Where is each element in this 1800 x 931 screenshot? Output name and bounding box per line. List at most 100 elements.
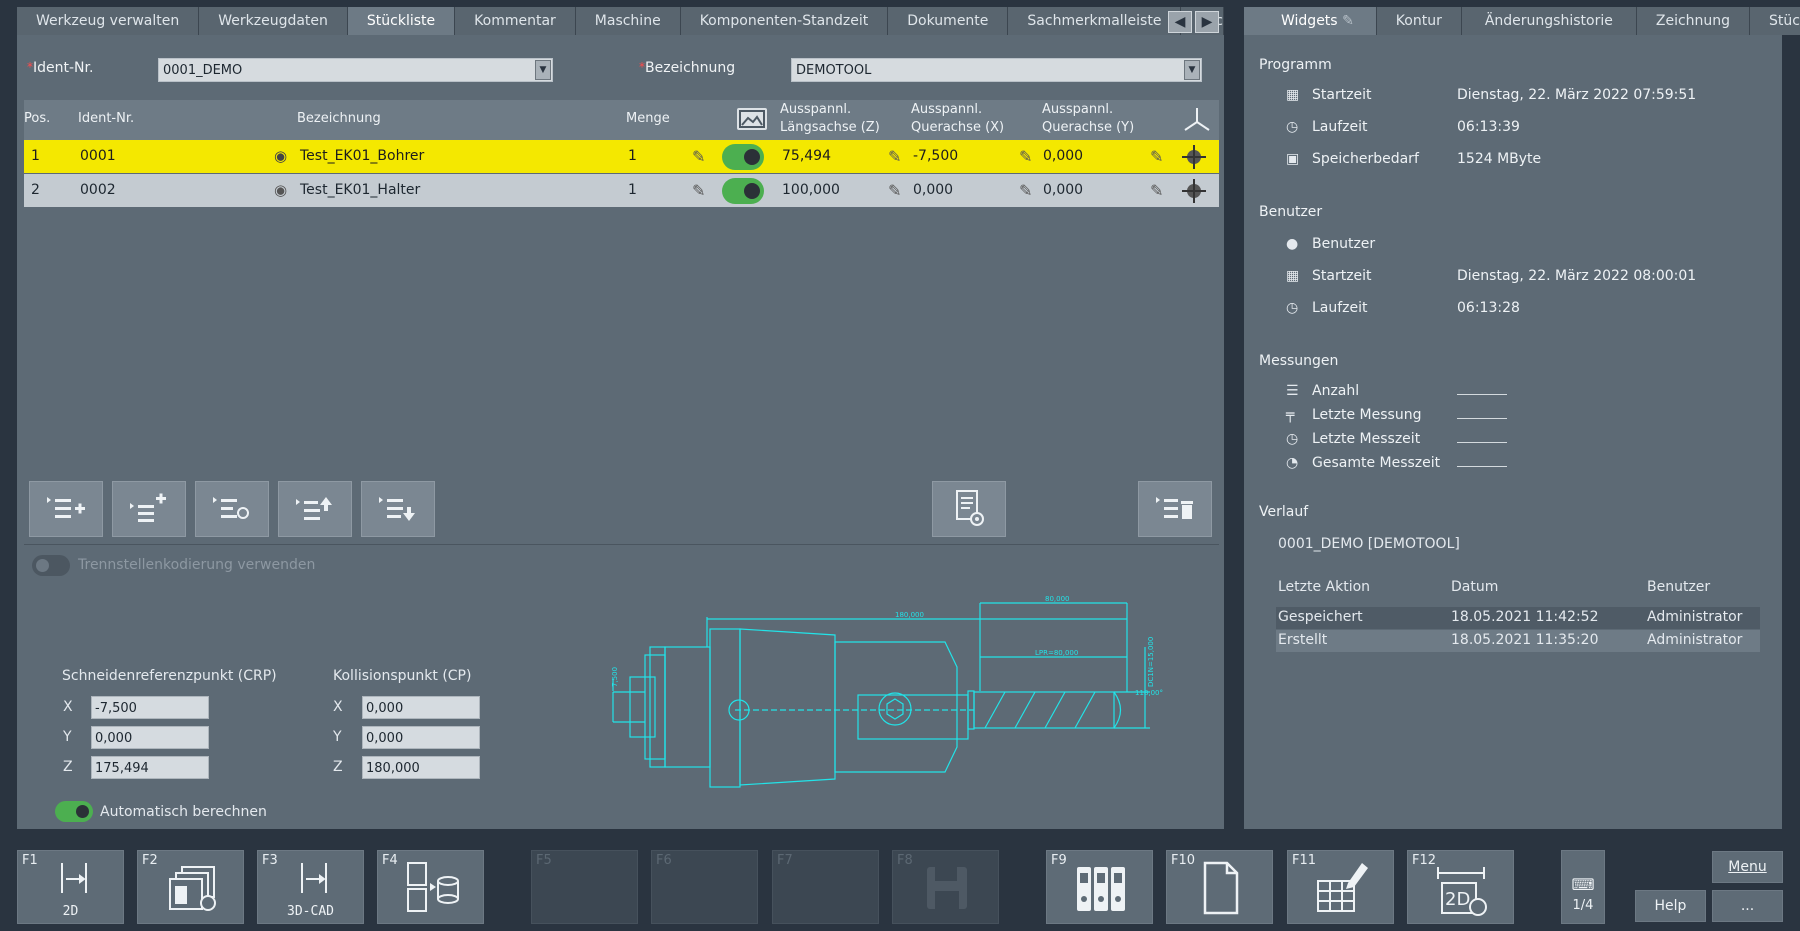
dim-angle: 118,00° bbox=[1135, 689, 1163, 697]
tab-maschine[interactable]: Maschine bbox=[575, 7, 681, 35]
edit-pencil-icon[interactable]: ✎ bbox=[888, 174, 901, 207]
keyboard-icon: ⌨ bbox=[1571, 875, 1595, 894]
tab-kommentar[interactable]: Kommentar bbox=[455, 7, 576, 35]
col-benutzer: Benutzer bbox=[1647, 579, 1711, 595]
image-icon[interactable] bbox=[737, 108, 767, 130]
crp-x-label: X bbox=[63, 699, 73, 715]
cell-ident: 0001 bbox=[80, 148, 116, 164]
crp-z-input[interactable]: 175,494 bbox=[91, 756, 209, 779]
table-row[interactable]: 1 0001 ◉ Test_EK01_Bohrer 1 ✎ 75,494 ✎ -… bbox=[24, 140, 1219, 173]
f3-3dcad-button[interactable]: F3 3D-CAD bbox=[257, 850, 364, 924]
row-toggle[interactable] bbox=[722, 144, 764, 170]
ident-combo[interactable]: 0001_DEMO ▼ bbox=[158, 58, 553, 82]
delete-row-button[interactable] bbox=[1138, 481, 1212, 537]
table-row[interactable]: Gespeichert 18.05.2021 11:42:52 Administ… bbox=[1276, 607, 1760, 629]
edit-pencil-icon[interactable]: ✎ bbox=[1019, 140, 1032, 173]
append-row-button[interactable] bbox=[112, 481, 186, 537]
dim-lpr: LPR=80,000 bbox=[1035, 649, 1078, 657]
right-tab-bar: Widgets ✎ Kontur Änderungshistorie Zeich… bbox=[1244, 7, 1800, 35]
f11-edit-table-button[interactable]: F11 bbox=[1287, 850, 1394, 924]
menu-button[interactable]: Menu bbox=[1712, 851, 1783, 883]
table-row[interactable]: 2 0002 ◉ Test_EK01_Halter 1 ✎ 100,000 ✎ … bbox=[24, 174, 1219, 207]
eye-icon[interactable]: ◉ bbox=[274, 174, 287, 207]
auto-calc-toggle[interactable] bbox=[55, 801, 93, 822]
keyboard-page-button[interactable]: ⌨ 1/4 bbox=[1561, 850, 1605, 924]
letzte-messzeit-label: Letzte Messzeit bbox=[1312, 431, 1421, 447]
tab-sachmerkmalleiste[interactable]: Sachmerkmalleiste bbox=[1008, 7, 1182, 35]
chevron-down-icon[interactable]: ▼ bbox=[1184, 60, 1200, 80]
cp-x-label: X bbox=[333, 699, 343, 715]
f1-2d-button[interactable]: F1 2D bbox=[17, 850, 124, 924]
trennstellen-toggle[interactable] bbox=[32, 555, 70, 576]
col-pos[interactable]: Pos. bbox=[24, 111, 50, 126]
edit-pencil-icon[interactable]: ✎ bbox=[692, 174, 705, 207]
col-z-line2: Längsachse (Z) bbox=[780, 120, 880, 135]
benutzer-startzeit-label: Startzeit bbox=[1312, 268, 1372, 284]
replace-row-button[interactable] bbox=[195, 481, 269, 537]
f5-button: F5 bbox=[531, 850, 638, 924]
edit-pencil-icon[interactable]: ✎ bbox=[692, 140, 705, 173]
cell-pos: 2 bbox=[31, 182, 40, 198]
row-toggle[interactable] bbox=[722, 178, 764, 204]
cp-y-label: Y bbox=[333, 729, 342, 745]
clock-icon: ◔ bbox=[1286, 455, 1299, 471]
cp-title: Kollisionspunkt (CP) bbox=[333, 668, 472, 684]
tab-werkzeug-verwalten[interactable]: Werkzeug verwalten bbox=[17, 7, 200, 35]
section-messungen: Messungen bbox=[1259, 353, 1339, 369]
arrow-right-icon[interactable]: ▶ bbox=[1195, 11, 1219, 33]
list-add-icon bbox=[130, 493, 166, 522]
crp-y-input[interactable]: 0,000 bbox=[91, 726, 209, 749]
binders-icon bbox=[1077, 867, 1125, 911]
cp-y-input[interactable]: 0,000 bbox=[362, 726, 480, 749]
edit-pencil-icon[interactable]: ✎ bbox=[1150, 174, 1163, 207]
letzte-messung-value bbox=[1457, 418, 1507, 419]
edit-pencil-icon[interactable]: ✎ bbox=[1342, 13, 1354, 29]
f9-library-button[interactable]: F9 bbox=[1046, 850, 1153, 924]
col-ident[interactable]: Ident-Nr. bbox=[78, 111, 134, 126]
list-add-icon bbox=[47, 497, 85, 518]
section-benutzer: Benutzer bbox=[1259, 204, 1323, 220]
tab-stueckliste[interactable]: Stückliste bbox=[347, 7, 456, 35]
chevron-down-icon[interactable]: ▼ bbox=[535, 60, 551, 80]
edit-pencil-icon[interactable]: ✎ bbox=[1019, 174, 1032, 207]
table-row[interactable]: Erstellt 18.05.2021 11:35:20 Administrat… bbox=[1276, 630, 1760, 652]
help-button[interactable]: Help bbox=[1635, 890, 1706, 922]
divider bbox=[24, 544, 1219, 545]
tab-widgets[interactable]: Widgets ✎ bbox=[1244, 7, 1377, 35]
svg-text:2D: 2D bbox=[1445, 889, 1470, 910]
arrow-left-icon[interactable]: ◀ bbox=[1168, 11, 1192, 33]
move-down-button[interactable] bbox=[361, 481, 435, 537]
edit-pencil-icon[interactable]: ✎ bbox=[1150, 140, 1163, 173]
col-bezeichnung[interactable]: Bezeichnung bbox=[297, 111, 381, 126]
cp-z-input[interactable]: 180,000 bbox=[362, 756, 480, 779]
table-header: Pos. Ident-Nr. Bezeichnung Menge Ausspan… bbox=[24, 100, 1219, 140]
tab-kontur[interactable]: Kontur bbox=[1376, 7, 1462, 35]
cell-x: 0,000 bbox=[913, 182, 954, 198]
tab-dokumente[interactable]: Dokumente bbox=[888, 7, 1009, 35]
f4-button[interactable]: F4 bbox=[377, 850, 484, 924]
f10-new-document-button[interactable]: F10 bbox=[1166, 850, 1273, 924]
edit-pencil-icon[interactable]: ✎ bbox=[888, 140, 901, 173]
cp-x-input[interactable]: 0,000 bbox=[362, 696, 480, 719]
tab-aenderungshistorie[interactable]: Änderungshistorie bbox=[1461, 7, 1637, 35]
programm-laufzeit-label: Laufzeit bbox=[1312, 119, 1368, 135]
cell-bezeichnung: Test_EK01_Bohrer bbox=[300, 148, 425, 164]
more-button[interactable]: ... bbox=[1712, 890, 1783, 922]
tab-komponenten-standzeit[interactable]: Komponenten-Standzeit bbox=[680, 7, 889, 35]
axis-icon[interactable] bbox=[1181, 104, 1213, 140]
tab-stueckliste-right[interactable]: Stückliste bbox=[1750, 7, 1800, 35]
verlauf-user: Administrator bbox=[1647, 609, 1743, 625]
coordinate-system-icon[interactable] bbox=[1180, 177, 1208, 218]
crp-x-input[interactable]: -7,500 bbox=[91, 696, 209, 719]
move-up-button[interactable] bbox=[278, 481, 352, 537]
insert-row-button[interactable] bbox=[29, 481, 103, 537]
tab-bar: Werkzeug verwalten Werkzeugdaten Stückli… bbox=[17, 7, 1224, 35]
f12-2d-edit-button[interactable]: F12 2D bbox=[1407, 850, 1514, 924]
col-menge[interactable]: Menge bbox=[626, 111, 670, 126]
report-button[interactable] bbox=[932, 481, 1006, 537]
bezeichnung-combo[interactable]: DEMOTOOL ▼ bbox=[791, 58, 1202, 82]
tab-werkzeugdaten[interactable]: Werkzeugdaten bbox=[199, 7, 348, 35]
tab-zeichnung[interactable]: Zeichnung bbox=[1636, 7, 1751, 35]
f2-button[interactable]: F2 bbox=[137, 850, 244, 924]
eye-icon[interactable]: ◉ bbox=[274, 140, 287, 173]
